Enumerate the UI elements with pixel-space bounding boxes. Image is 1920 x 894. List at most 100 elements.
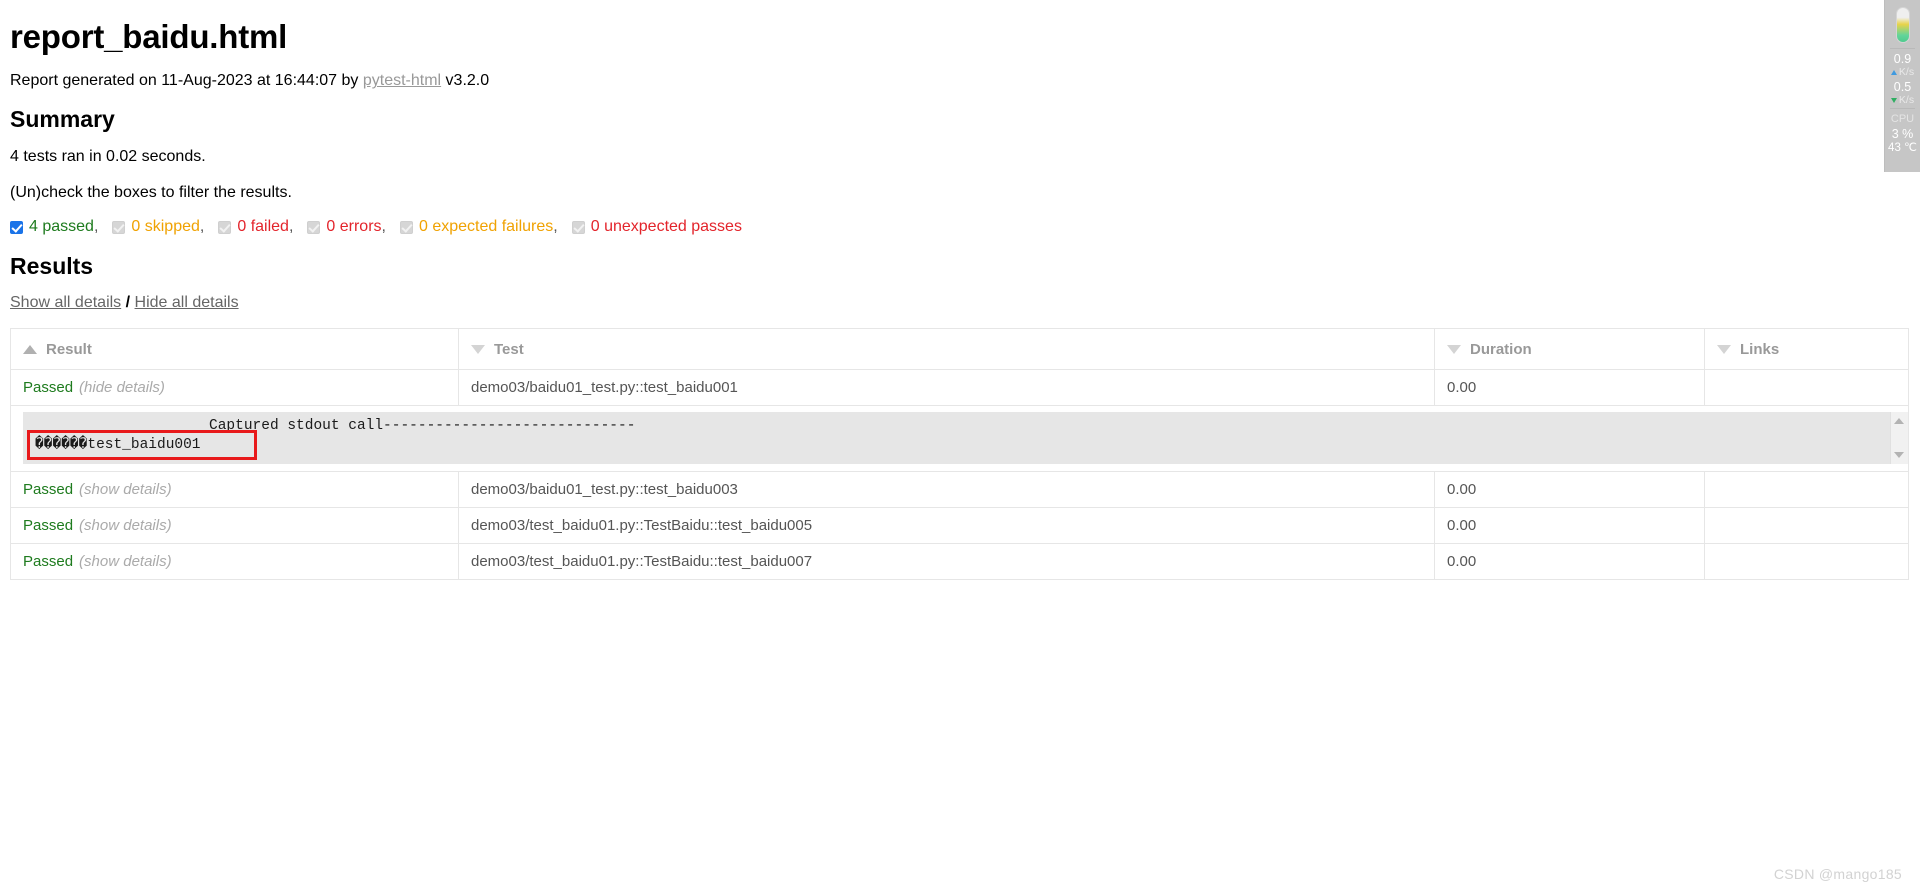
log-scrollbar[interactable]: [1890, 412, 1908, 465]
toggle-details-link[interactable]: (show details): [79, 481, 172, 498]
result-cell: Passed (show details): [10, 471, 459, 509]
system-monitor-widget[interactable]: 0.9 K/s 0.5 K/s CPU 3 % 43 ℃: [1884, 0, 1920, 172]
filter-label: 0 failed: [237, 218, 289, 236]
column-header-links[interactable]: Links: [1704, 328, 1909, 371]
table-header-row: Result Test Duration Links: [10, 328, 1909, 371]
upload-speed-unit: K/s: [1898, 66, 1915, 78]
generated-prefix: Report generated on 11-Aug-2023 at 16:44…: [10, 72, 363, 90]
monitor-divider: [1890, 48, 1915, 49]
test-name-cell: demo03/test_baidu01.py::TestBaidu::test_…: [458, 543, 1435, 581]
arrow-down-icon: [1890, 97, 1897, 103]
filter-checkbox[interactable]: [112, 220, 126, 234]
log-line-captured-stdout: Captured stdout call--------------------…: [35, 418, 636, 435]
filter-separator: ,: [553, 218, 558, 236]
cpu-label: CPU: [1890, 113, 1915, 125]
toggle-details-link[interactable]: (show details): [79, 517, 172, 534]
links-separator: /: [125, 294, 131, 312]
filter-label: 4 passed: [29, 218, 94, 236]
filter-label: 0 errors: [326, 218, 382, 236]
filter-separator: ,: [93, 218, 99, 236]
download-speed-value: 0.5: [1893, 80, 1912, 94]
toggle-details-link[interactable]: (show details): [79, 553, 172, 570]
cpu-temperature-value: 43 ℃: [1888, 142, 1917, 154]
filter-expected-failures[interactable]: 0 expected failures,: [399, 218, 558, 236]
filter-checkbox[interactable]: [571, 220, 585, 234]
results-table: Result Test Duration Links Passed (hide deta…: [10, 328, 1909, 581]
filter-passed[interactable]: 4 passed,: [10, 219, 98, 235]
log-cell: Captured stdout call--------------------…: [10, 405, 1909, 473]
arrow-up-icon: [1890, 69, 1897, 75]
results-heading: Results: [10, 253, 94, 280]
result-cell: Passed (hide details): [10, 369, 459, 407]
filter-separator: ,: [288, 218, 294, 236]
duration-cell: 0.00: [1434, 471, 1705, 509]
filter-skipped[interactable]: 0 skipped,: [112, 219, 204, 235]
filter-checkbox[interactable]: [307, 220, 321, 234]
cpu-usage-value: 3 %: [1891, 127, 1914, 141]
scroll-up-icon[interactable]: [1894, 418, 1904, 425]
status-badge: Passed: [23, 481, 74, 499]
column-header-duration[interactable]: Duration: [1434, 328, 1705, 371]
watermark: CSDN @mango185: [1773, 866, 1902, 882]
results-table-head: Result Test Duration Links: [10, 328, 1909, 371]
upload-speed-row: K/s: [1885, 66, 1920, 78]
filter-checkbox[interactable]: [399, 220, 413, 234]
filter-hint: (Un)check the boxes to filter the result…: [10, 184, 292, 202]
filter-unexpected-passes[interactable]: 0 unexpected passes: [571, 218, 742, 236]
filter-failed[interactable]: 0 failed,: [218, 219, 293, 235]
log-line-test-output: ������test_baidu001: [35, 437, 201, 454]
test-name-cell: demo03/baidu01_test.py::test_baidu003: [458, 471, 1435, 509]
toggle-details-link[interactable]: (hide details): [79, 379, 165, 396]
hide-all-details-link[interactable]: Hide all details: [135, 294, 239, 311]
links-cell: [1704, 471, 1909, 509]
sort-down-icon: [1447, 344, 1461, 354]
filter-checkbox[interactable]: [218, 220, 232, 234]
filter-checkbox[interactable]: [10, 220, 23, 234]
test-name-cell: demo03/test_baidu01.py::TestBaidu::test_…: [458, 507, 1435, 545]
table-row[interactable]: Passed (show details) demo03/test_baidu01.…: [10, 507, 1909, 545]
show-all-details-link[interactable]: Show all details: [10, 294, 121, 311]
generated-line: Report generated on 11-Aug-2023 at 16:44…: [10, 71, 1908, 92]
log-row: Captured stdout call--------------------…: [10, 405, 1909, 473]
column-header-test[interactable]: Test: [458, 328, 1435, 371]
upload-speed-value: 0.9: [1893, 52, 1912, 66]
pytest-html-link[interactable]: pytest-html: [363, 72, 441, 89]
links-cell: [1704, 543, 1909, 581]
download-speed-row: K/s: [1885, 94, 1920, 106]
generator-version: v3.2.0: [441, 72, 490, 90]
result-cell: Passed (show details): [10, 507, 459, 545]
filter-label: 0 skipped: [131, 218, 200, 236]
filter-errors[interactable]: 0 errors,: [307, 219, 386, 235]
result-filters: 4 passed, 0 skipped, 0 failed, 0 errors, 0 e…: [10, 219, 1908, 235]
column-header-result[interactable]: Result: [10, 328, 459, 371]
tests-ran-line: 4 tests ran in 0.02 seconds.: [10, 148, 206, 166]
duration-cell: 0.00: [1434, 507, 1705, 545]
result-cell: Passed (show details): [10, 543, 459, 581]
column-header-label: Result: [46, 340, 92, 358]
filter-label: 0 expected failures: [418, 218, 554, 236]
detail-toggle-links: Show all details / Hide all details: [10, 294, 1908, 312]
table-row[interactable]: Passed (hide details) demo03/baidu01_test.…: [10, 369, 1909, 407]
status-badge: Passed: [23, 379, 74, 397]
column-header-label: Duration: [1470, 340, 1532, 358]
filter-separator: ,: [199, 218, 205, 236]
duration-cell: 0.00: [1434, 543, 1705, 581]
results-table-body: Passed (hide details) demo03/baidu01_test.…: [10, 369, 1909, 581]
filter-separator: ,: [381, 218, 386, 236]
report-page: report_baidu.html Report generated on 11…: [0, 0, 1920, 581]
table-row[interactable]: Passed (show details) demo03/test_baidu01.…: [10, 543, 1909, 581]
download-speed-unit: K/s: [1898, 94, 1915, 106]
status-badge: Passed: [23, 553, 74, 571]
monitor-divider-2: [1890, 108, 1915, 109]
filter-label: 0 unexpected passes: [590, 218, 742, 236]
sort-down-icon: [471, 344, 485, 354]
duration-cell: 0.00: [1434, 369, 1705, 407]
table-row[interactable]: Passed (show details) demo03/baidu01_test.…: [10, 471, 1909, 509]
links-cell: [1704, 507, 1909, 545]
page-title: report_baidu.html: [10, 18, 288, 55]
summary-heading: Summary: [10, 106, 115, 133]
scroll-down-icon[interactable]: [1894, 452, 1904, 459]
column-header-label: Links: [1740, 340, 1780, 358]
links-cell: [1704, 369, 1909, 407]
sort-down-icon: [1717, 344, 1731, 354]
